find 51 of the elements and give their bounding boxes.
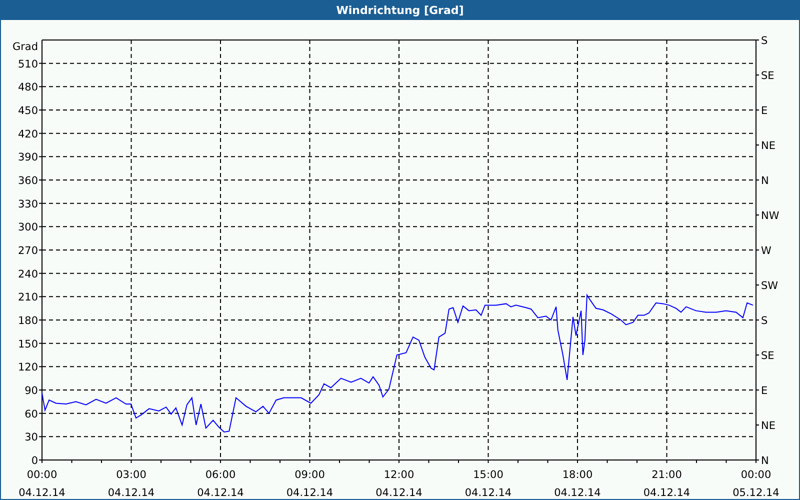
compass-tick-label: E [761,385,768,397]
x-date-label: 04.12.14 [197,487,244,499]
y-tick-label: 90 [24,385,38,397]
compass-tick-label: W [761,245,772,257]
y-tick-label: 150 [18,338,38,350]
x-tick-label: 00:00 [740,469,772,481]
y-tick-label: 360 [18,175,38,187]
y-tick-label: 30 [24,432,38,444]
x-tick-label: 15:00 [473,469,504,481]
x-date-label: 04.12.14 [286,487,334,499]
x-date-label: 04.12.14 [18,487,66,499]
x-date-label: 04.12.14 [108,487,155,499]
compass-tick-label: SE [761,70,774,82]
y-tick-label: 0 [31,455,38,467]
y-tick-label: 210 [18,292,38,304]
x-tick-label: 06:00 [205,469,236,481]
x-tick-label: 09:00 [294,469,325,481]
x-date-label: 04.12.14 [554,487,601,499]
y-tick-label: 390 [18,152,38,164]
y-tick-label: 180 [18,315,38,327]
y-axis-title: Grad [12,41,38,53]
y-tick-label: 510 [18,58,38,70]
x-date-label: 05.12.14 [732,487,780,499]
y-tick-label: 330 [18,198,38,210]
x-tick-label: 00:00 [26,469,58,481]
compass-tick-label: S [761,35,768,47]
y-tick-label: 480 [18,82,38,94]
compass-tick-label: SE [761,350,774,362]
compass-tick-label: SW [761,280,778,292]
compass-tick-label: N [761,455,769,467]
x-date-label: 04.12.14 [464,487,512,499]
x-tick-label: 12:00 [384,469,414,481]
compass-tick-label: NE [761,140,776,152]
y-tick-label: 420 [18,128,38,140]
compass-tick-label: N [761,175,769,187]
y-tick-label: 60 [24,408,38,420]
x-date-label: 04.12.14 [376,487,422,499]
y-tick-label: 270 [18,245,38,257]
y-tick-label: 240 [18,268,38,280]
compass-tick-label: NW [761,210,780,222]
x-tick-label: 21:00 [652,469,682,481]
y-tick-label: 120 [18,362,38,374]
x-tick-label: 03:00 [116,469,146,481]
compass-tick-label: NE [761,420,776,432]
window-title: Windrichtung [Grad] [336,4,464,16]
x-date-label: 04.12.14 [643,487,690,499]
y-tick-label: 450 [18,105,38,117]
compass-tick-label: S [761,315,768,327]
x-tick-label: 18:00 [562,469,593,481]
compass-tick-label: E [761,105,768,117]
y-tick-label: 300 [18,222,38,234]
